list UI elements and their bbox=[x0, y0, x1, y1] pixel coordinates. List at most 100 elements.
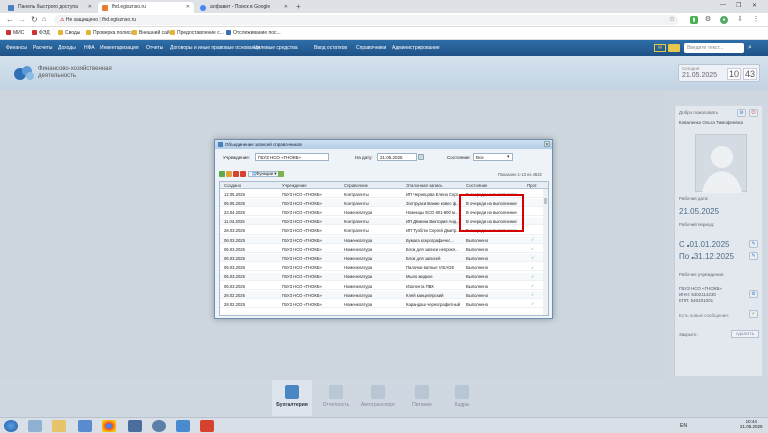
extension-icon[interactable]: ▮ bbox=[690, 16, 698, 24]
protocol-icon[interactable]: ✓ bbox=[531, 265, 537, 270]
menu-icon[interactable]: ⋮ bbox=[752, 16, 760, 24]
menu-dohody[interactable]: Доходы bbox=[58, 45, 76, 51]
calendar-icon[interactable] bbox=[418, 154, 424, 160]
dock-hr[interactable]: Кадры bbox=[442, 380, 482, 416]
window-close-icon[interactable]: ✕ bbox=[752, 2, 757, 9]
tab-fhd[interactable]: fhd.egisznso.ru ✕ bbox=[98, 2, 194, 13]
menu-references[interactable]: Справочники bbox=[356, 45, 386, 51]
vertical-scrollbar[interactable] bbox=[543, 189, 548, 315]
add-icon[interactable] bbox=[226, 171, 232, 177]
bookmark-star-icon[interactable]: ☆ bbox=[668, 16, 676, 24]
table-cell: 06.03.2025 bbox=[224, 265, 245, 271]
today-date: 21.05.2025 bbox=[682, 72, 718, 79]
bookmark-fed[interactable]: ФЭД bbox=[32, 30, 50, 36]
protocol-icon[interactable]: ✓ bbox=[531, 301, 537, 306]
table-row[interactable]: 06.03.2025 ГБУЗ НСО «ГНОКБ» Номенклатура Мы… bbox=[220, 272, 546, 281]
org-select-icon[interactable]: ⚙ bbox=[749, 290, 758, 298]
bookmark-tracking[interactable]: Отслеживание пос... bbox=[226, 30, 281, 36]
maximize-icon[interactable]: ❐ bbox=[736, 2, 741, 9]
new-tab-button[interactable]: + bbox=[296, 2, 301, 11]
minimize-icon[interactable]: — bbox=[720, 2, 726, 8]
search-icon[interactable]: ⌕ bbox=[748, 44, 752, 52]
tab-google[interactable]: алфавит - Поиск в Google ✕ bbox=[196, 2, 292, 13]
menu-finance[interactable]: Финансы bbox=[6, 45, 27, 51]
edit-period-icon[interactable]: ✎ bbox=[749, 240, 758, 248]
yandex-icon[interactable] bbox=[152, 420, 166, 432]
extensions-icon[interactable]: ⚙ bbox=[704, 16, 712, 24]
task-app-icon[interactable] bbox=[176, 420, 190, 432]
search-input[interactable]: Введите текст... bbox=[684, 43, 744, 53]
table-cell: 06.03.2025 bbox=[224, 237, 245, 243]
profile-avatar[interactable]: ● bbox=[720, 16, 728, 24]
close-icon[interactable]: ✕ bbox=[88, 4, 92, 10]
protocol-icon[interactable]: ✓ bbox=[531, 292, 537, 297]
bookmark-external[interactable]: Внешний сайт bbox=[132, 30, 172, 36]
table-row[interactable]: 06.03.2025 ГБУЗ НСО «ГНОКБ» Номенклатура Бл… bbox=[220, 254, 546, 263]
dock-accounting[interactable]: Бухгалтерия bbox=[272, 380, 312, 416]
protocol-icon[interactable]: ✓ bbox=[531, 255, 537, 260]
table-row[interactable]: 06.03.2025 ГБУЗ НСО «ГНОКБ» Номенклатура Па… bbox=[220, 264, 546, 272]
table-row[interactable]: 06.03.2025 ГБУЗ НСО «ГНОКБ» Номенклатура Из… bbox=[220, 282, 546, 290]
settings-icon[interactable]: ⚙ bbox=[737, 109, 746, 117]
menu-contracts[interactable]: Договоры и иные правовые основания bbox=[170, 45, 260, 51]
task-app-icon[interactable] bbox=[128, 420, 142, 432]
excel-icon[interactable] bbox=[278, 171, 284, 177]
menu-inventory[interactable]: Инвентаризация bbox=[100, 45, 139, 51]
messages-button[interactable]: ✓ bbox=[749, 310, 758, 318]
protocol-icon[interactable]: ✓ bbox=[531, 246, 537, 251]
back-icon[interactable]: ← bbox=[6, 15, 14, 25]
table-row[interactable]: 06.03.2025 ГБУЗ НСО «ГНОКБ» Номенклатура Бл… bbox=[220, 245, 546, 253]
dock-reporting[interactable]: Отчетность bbox=[316, 380, 356, 416]
refresh-icon[interactable] bbox=[219, 171, 225, 177]
reload-icon[interactable]: ↻ bbox=[31, 15, 38, 25]
bookmark-polis[interactable]: Проверка полиса bbox=[86, 30, 133, 36]
forward-icon[interactable]: → bbox=[18, 15, 26, 25]
start-button[interactable] bbox=[4, 420, 18, 432]
menu-admin[interactable]: Администрирование bbox=[392, 45, 440, 51]
home-icon[interactable]: ⌂ bbox=[42, 15, 46, 25]
messages-icon[interactable] bbox=[668, 44, 680, 52]
date-field[interactable]: 21.05.2025 bbox=[377, 153, 417, 161]
task-app-icon[interactable] bbox=[78, 420, 92, 432]
protocol-icon[interactable]: ✓ bbox=[531, 274, 537, 279]
dock-food[interactable]: Питание bbox=[402, 380, 442, 416]
tab-quick-panel[interactable]: Панель быстрого доступа ✕ bbox=[4, 2, 96, 13]
bookmark-provision[interactable]: Предоставление с... bbox=[170, 30, 224, 36]
task-app-icon[interactable] bbox=[28, 420, 42, 432]
date-widget: Сегодня: 21.05.2025 10 43 bbox=[678, 64, 760, 82]
menu-reports[interactable]: Отчеты bbox=[146, 45, 163, 51]
close-icon[interactable]: ✕ bbox=[284, 4, 288, 10]
close-icon[interactable]: ✕ bbox=[186, 4, 190, 10]
menu-target-funds[interactable]: Целевые средства bbox=[254, 45, 297, 51]
download-icon[interactable]: ⇩ bbox=[736, 16, 744, 24]
chevron-down-icon[interactable]: ▾ bbox=[507, 154, 510, 160]
table-row[interactable]: 28.02.2025 ГБУЗ НСО «ГНОКБ» Номенклатура Кл… bbox=[220, 291, 546, 299]
main-menu: Финансы Расчеты Доходы НФА Инвентаризаци… bbox=[0, 40, 768, 56]
menu-raschety[interactable]: Расчеты bbox=[33, 45, 53, 51]
logout-icon[interactable]: ⏻ bbox=[749, 109, 758, 117]
system-clock[interactable]: 10:44 21.05.2025 bbox=[740, 419, 763, 429]
close-icon[interactable]: ✕ bbox=[544, 141, 550, 148]
menu-balances[interactable]: Ввод остатков bbox=[314, 45, 347, 51]
folder-icon[interactable] bbox=[52, 420, 66, 432]
org-field[interactable]: ГБУЗ НСО «ГНОКБ» bbox=[255, 153, 329, 161]
dock-transport[interactable]: Автотранспорт bbox=[356, 380, 400, 416]
delete-icon[interactable] bbox=[233, 171, 239, 177]
table-row[interactable]: 06.03.2025 ГБУЗ НСО «ГНОКБ» Номенклатура Бу… bbox=[220, 236, 546, 244]
task-app-icon[interactable] bbox=[200, 420, 214, 432]
protocol-icon[interactable]: ✓ bbox=[531, 237, 537, 242]
delete-button[interactable]: УДАЛИТЬ bbox=[731, 330, 759, 338]
protocol-icon[interactable]: ✓ bbox=[531, 283, 537, 288]
mail-icon[interactable]: ✉ bbox=[654, 44, 666, 52]
functions-button[interactable]: ▤Функции ▾ bbox=[248, 171, 281, 177]
url-field[interactable]: ⚠ Не защищено | fhd.egisznso.ru bbox=[54, 15, 678, 25]
bookmark-svody[interactable]: Своды bbox=[58, 30, 80, 36]
table-row[interactable]: 28.02.2025 ГБУЗ НСО «ГНОКБ» Номенклатура Ка… bbox=[220, 300, 546, 309]
menu-nfa[interactable]: НФА bbox=[84, 45, 95, 51]
language-indicator[interactable]: EN bbox=[680, 423, 687, 429]
folder-icon bbox=[170, 30, 175, 35]
cancel-icon[interactable] bbox=[240, 171, 246, 177]
edit-period-icon[interactable]: ✎ bbox=[749, 252, 758, 260]
bookmark-mis[interactable]: МИС bbox=[6, 30, 24, 36]
chrome-icon[interactable] bbox=[102, 420, 116, 432]
